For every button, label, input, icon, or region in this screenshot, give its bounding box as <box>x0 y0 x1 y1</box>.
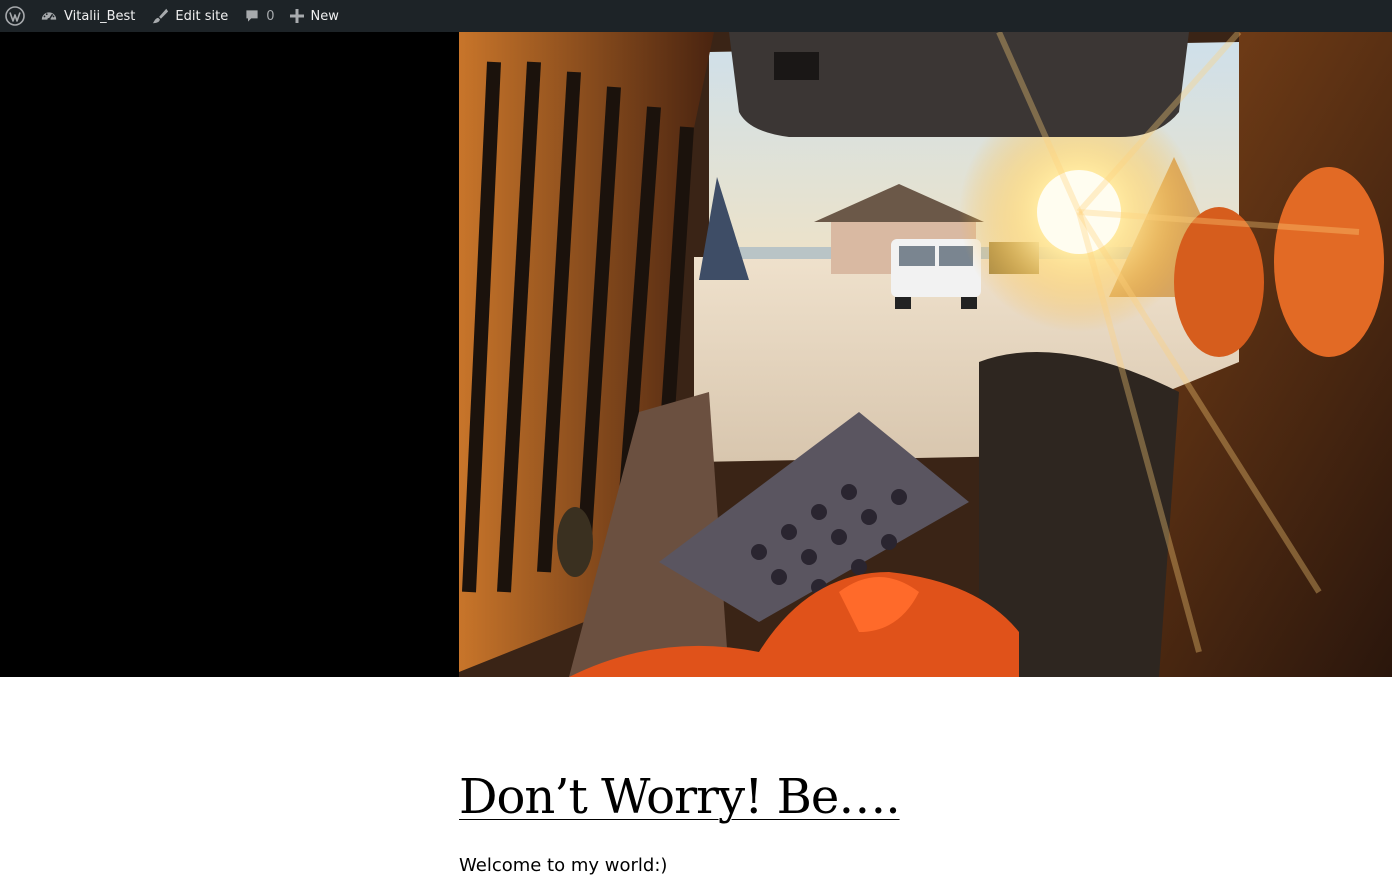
new-label: New <box>310 8 339 24</box>
hero-image <box>459 32 1392 677</box>
plus-icon <box>290 9 305 23</box>
post-title: Don’t Worry! Be…. <box>459 762 901 832</box>
hero-photo <box>459 32 1392 677</box>
post-excerpt: Welcome to my world:) <box>459 855 668 876</box>
post-title-link[interactable]: Don’t Worry! Be…. <box>459 769 901 825</box>
site-name-link[interactable]: Vitalii_Best <box>32 0 143 32</box>
comments-count: 0 <box>266 8 275 24</box>
comments-link[interactable]: 0 <box>236 0 282 32</box>
wordpress-logo-button[interactable] <box>0 0 32 32</box>
site-name-label: Vitalii_Best <box>64 8 136 24</box>
wordpress-icon <box>5 6 25 26</box>
comment-icon <box>246 10 258 22</box>
admin-bar: Vitalii_Best Edit site 0 New <box>0 0 1392 32</box>
dashboard-icon <box>41 12 57 22</box>
brush-icon <box>153 8 169 24</box>
edit-site-link[interactable]: Edit site <box>143 0 236 32</box>
hero-cover <box>0 32 1392 677</box>
new-content-button[interactable]: New <box>282 0 346 32</box>
edit-site-label: Edit site <box>175 8 229 24</box>
